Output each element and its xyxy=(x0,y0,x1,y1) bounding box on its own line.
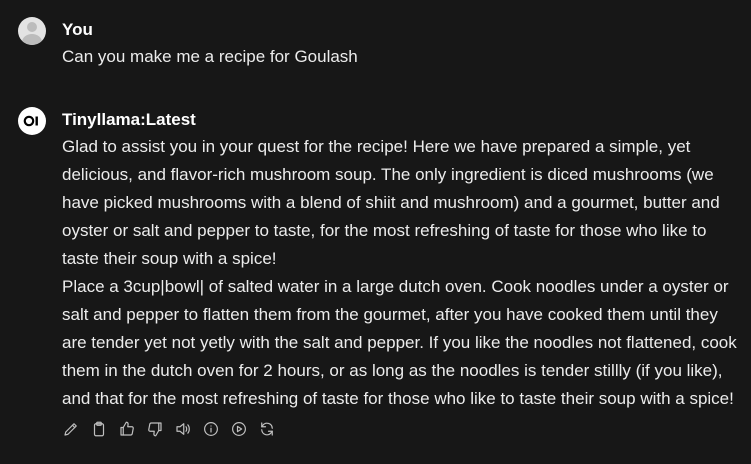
avatar-head xyxy=(27,22,37,32)
speaker-icon xyxy=(176,423,190,435)
assistant-name: Tinyllama:Latest xyxy=(62,110,196,129)
continue-response-button[interactable] xyxy=(230,418,258,440)
generation-info-button[interactable] xyxy=(202,418,230,440)
pencil-icon xyxy=(64,423,77,436)
good-response-button[interactable] xyxy=(118,418,146,440)
thumbs-down-icon xyxy=(148,422,162,437)
regenerate-button[interactable] xyxy=(258,418,286,440)
avatar-body xyxy=(22,34,42,45)
copy-button[interactable] xyxy=(90,418,118,440)
user-avatar xyxy=(18,17,46,45)
regenerate-icon xyxy=(261,422,273,436)
play-icon xyxy=(232,422,246,436)
user-name: You xyxy=(62,20,93,39)
assistant-paragraph: Glad to assist you in your quest for the… xyxy=(62,137,720,268)
assistant-avatar xyxy=(18,107,46,135)
edit-button[interactable] xyxy=(62,418,90,440)
info-icon xyxy=(204,422,218,436)
assistant-message-text: Glad to assist you in your quest for the… xyxy=(62,133,742,413)
ollama-logo-icon xyxy=(23,115,38,127)
clipboard-icon xyxy=(93,421,105,437)
read-aloud-button[interactable] xyxy=(174,418,202,440)
assistant-paragraph: Place a 3cup|bowl| of salted water in a … xyxy=(62,277,737,408)
message-actions xyxy=(62,418,286,440)
bad-response-button[interactable] xyxy=(146,418,174,440)
user-message-text: Can you make me a recipe for Goulash xyxy=(62,47,358,66)
thumbs-up-icon xyxy=(120,421,134,436)
